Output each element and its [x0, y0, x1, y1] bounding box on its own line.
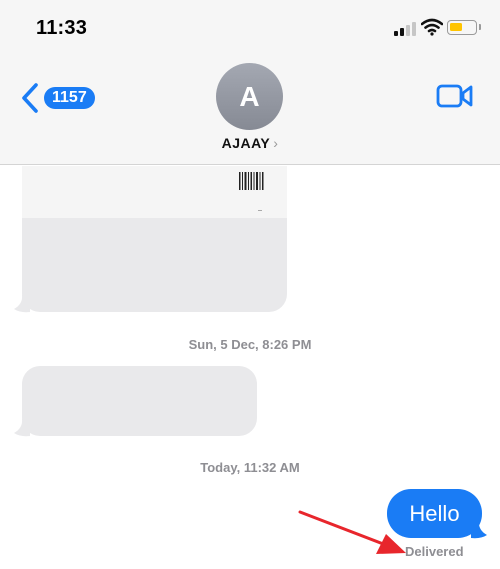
video-camera-icon[interactable]	[436, 82, 474, 110]
received-message-bubble[interactable]	[22, 366, 257, 436]
bubble-tail	[14, 419, 30, 437]
message-timestamp: Today, 11:32 AM	[200, 460, 300, 475]
red-arrow-icon	[298, 510, 406, 554]
chevron-right-icon: ›	[273, 135, 279, 151]
image-mark	[258, 210, 262, 211]
message-text: Hello	[409, 500, 460, 526]
contact-name: AJAAY	[221, 135, 271, 151]
back-button[interactable]: 1157	[20, 80, 95, 116]
chevron-left-icon	[22, 83, 38, 113]
contact-name-button[interactable]: AJAAY ›	[0, 135, 500, 151]
battery-icon	[447, 20, 477, 35]
message-timestamp: Sun, 5 Dec, 8:26 PM	[188, 337, 312, 352]
wifi-icon	[421, 18, 443, 36]
battery-tip	[479, 24, 481, 30]
bubble-tail	[14, 295, 30, 313]
delivery-status: Delivered	[405, 544, 464, 559]
received-image-bubble[interactable]	[22, 166, 287, 312]
contact-avatar[interactable]: A	[216, 63, 283, 130]
battery-fill	[450, 23, 462, 31]
bubble-tail	[471, 521, 487, 539]
cellular-signal-icon	[394, 20, 418, 36]
avatar-initial: A	[239, 80, 260, 112]
barcode-icon	[239, 172, 264, 190]
status-time: 11:33	[36, 17, 88, 39]
unread-count-badge: 1157	[44, 87, 95, 109]
conversation-header: 11:33 1157 A AJAAY ›	[0, 0, 500, 165]
